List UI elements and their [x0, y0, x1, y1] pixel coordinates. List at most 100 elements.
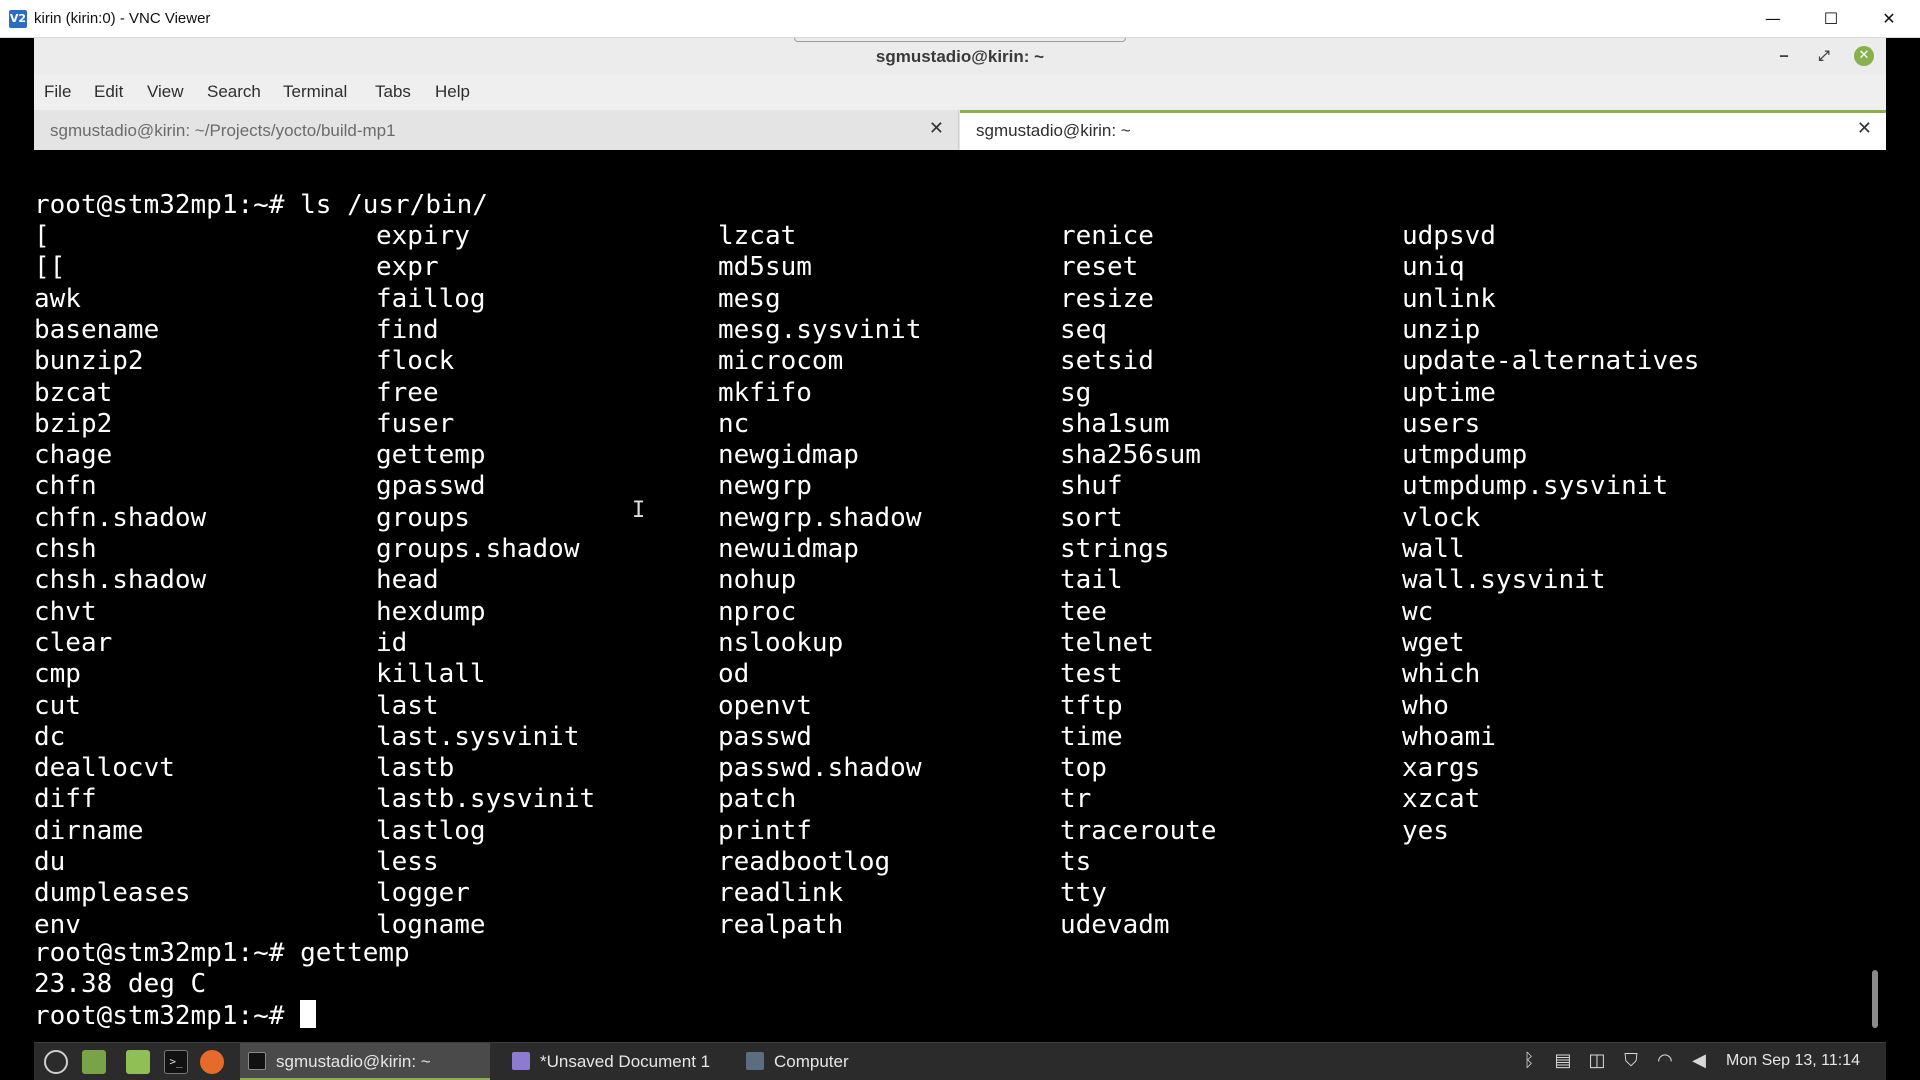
ls-entry: wc [1402, 596, 1434, 627]
task-label: Computer [774, 1052, 849, 1071]
ls-entry: readlink [718, 878, 844, 909]
menu-view[interactable]: View [147, 82, 184, 102]
update-manager-icon[interactable]: ◫ [1586, 1050, 1608, 1072]
ls-entry: update-alternatives [1402, 346, 1700, 377]
terminal-output[interactable]: root@stm32mp1:~# ls /usr/bin/ [[[awk base… [34, 150, 1886, 1042]
ls-entry: chage [34, 440, 113, 471]
menu-file[interactable]: File [44, 82, 71, 102]
ls-entry: renice [1060, 221, 1154, 251]
ls-entry: chsh.shadow [34, 565, 207, 596]
ls-entry: tail [1060, 565, 1123, 596]
ls-entry: cut [34, 690, 81, 721]
ls-entry: ts [1060, 847, 1092, 877]
firefox-icon[interactable] [200, 1050, 224, 1074]
terminal-scrollbar[interactable] [1872, 970, 1878, 1028]
ls-entry: seq [1060, 314, 1107, 345]
ls-entry: md5sum [718, 252, 812, 283]
ls-entry: passwd.shadow [718, 753, 922, 784]
menu-terminal[interactable]: Terminal [283, 82, 347, 102]
ls-entry: groups.shadow [376, 534, 580, 564]
menu-edit[interactable]: Edit [94, 82, 123, 102]
terminal-minimize-button[interactable]: ‒ [1774, 46, 1794, 66]
task-text-editor[interactable]: *Unsaved Document 1 [504, 1043, 724, 1080]
ls-entry: flock [376, 346, 455, 377]
terminal-launcher-icon[interactable]: >_ [164, 1050, 188, 1074]
ls-entry: utmpdump.sysvinit [1402, 471, 1669, 502]
ls-entry: resize [1060, 283, 1154, 314]
ls-entry: dumpleases [34, 878, 191, 909]
ls-entry: gettemp [376, 440, 486, 471]
ls-entry: expiry [376, 221, 470, 251]
ls-entry: deallocvt [34, 753, 175, 784]
ls-entry: unlink [1402, 283, 1496, 314]
files-icon[interactable] [126, 1050, 150, 1074]
ls-entry: awk [34, 283, 81, 314]
vnc-maximize-button[interactable]: ☐ [1802, 0, 1860, 38]
tab-close-icon[interactable]: ✕ [1857, 118, 1872, 139]
terminal-titlebar[interactable]: sgmustadio@kirin: ~ ‒ ⤢ ✕ [34, 38, 1886, 74]
terminal-icon [248, 1052, 266, 1070]
wifi-icon[interactable]: ◠ [1654, 1050, 1676, 1072]
terminal-maximize-button[interactable]: ⤢ [1814, 46, 1834, 66]
task-computer[interactable]: Computer [738, 1043, 898, 1080]
vnc-minimize-button[interactable]: — [1744, 0, 1802, 38]
ls-entry: udpsvd [1402, 221, 1496, 251]
ls-entry: sha256sum [1060, 440, 1201, 471]
terminal-window: sgmustadio@kirin: ~ ‒ ⤢ ✕ File Edit View… [34, 38, 1886, 1042]
terminal-title: sgmustadio@kirin: ~ [875, 47, 1045, 66]
ls-entry: unzip [1402, 314, 1481, 345]
ls-entry: dc [34, 721, 66, 752]
ls-entry: [ [34, 221, 50, 251]
mint-menu-icon[interactable] [44, 1050, 68, 1074]
ls-entry: clear [34, 627, 113, 658]
terminal-close-button[interactable]: ✕ [1854, 46, 1874, 66]
ls-entry: udevadm [1060, 909, 1170, 940]
show-desktop-icon[interactable] [82, 1050, 106, 1074]
clipboard-icon[interactable]: ▤ [1552, 1050, 1574, 1072]
ls-entry: hexdump [376, 596, 486, 627]
shield-icon[interactable]: ⛉ [1620, 1050, 1642, 1072]
vnc-close-button[interactable]: ✕ [1860, 0, 1918, 38]
vnc-right-border [1886, 38, 1920, 1080]
ls-entry: realpath [718, 909, 844, 940]
ls-entry: sha1sum [1060, 408, 1170, 439]
ls-entry: who [1402, 690, 1449, 721]
bluetooth-icon[interactable]: ᛒ [1518, 1050, 1540, 1072]
ibeam-cursor-icon: I [632, 498, 646, 523]
ls-entry: uptime [1402, 377, 1496, 408]
tab-build-mp1[interactable]: sgmustadio@kirin: ~/Projects/yocto/build… [34, 110, 959, 150]
ls-entry: wall [1402, 534, 1465, 564]
task-terminal[interactable]: sgmustadio@kirin: ~ [240, 1043, 490, 1080]
clock[interactable]: Mon Sep 13, 11:14 [1726, 1052, 1860, 1070]
ls-entry: mkfifo [718, 377, 812, 408]
ls-entry: wall.sysvinit [1402, 565, 1606, 596]
ls-entry: traceroute [1060, 815, 1217, 846]
ls-entry: od [718, 659, 750, 690]
ls-entry: less [376, 847, 439, 877]
task-label: *Unsaved Document 1 [540, 1052, 711, 1071]
ls-entry: nc [718, 408, 750, 439]
ls-entry: chvt [34, 596, 97, 627]
ls-entry: basename [34, 314, 160, 345]
ls-entry: nohup [718, 565, 797, 596]
ls-entry: groups [376, 502, 470, 533]
ls-entry: mesg.sysvinit [718, 314, 922, 345]
ls-entry: tr [1060, 784, 1092, 815]
ls-entry: shuf [1060, 471, 1123, 502]
ls-entry: newgrp [718, 471, 812, 502]
prompt-line[interactable]: root@stm32mp1:~# [34, 1000, 317, 1031]
ls-entry: patch [718, 784, 797, 815]
volume-icon[interactable]: ◀ [1688, 1050, 1710, 1072]
ls-entry: sort [1060, 502, 1123, 533]
menu-help[interactable]: Help [435, 82, 470, 102]
ls-entry: lastlog [376, 815, 486, 846]
menu-tabs[interactable]: Tabs [375, 82, 411, 102]
ls-entry: fuser [376, 408, 455, 439]
titlebar-notch [794, 38, 1126, 42]
tab-close-icon[interactable]: ✕ [929, 118, 944, 139]
tab-home[interactable]: sgmustadio@kirin: ~ ✕ [960, 110, 1886, 150]
ls-entry: find [376, 314, 439, 345]
menu-search[interactable]: Search [207, 82, 261, 102]
ls-entry: tty [1060, 878, 1107, 909]
ls-entry: diff [34, 784, 97, 815]
